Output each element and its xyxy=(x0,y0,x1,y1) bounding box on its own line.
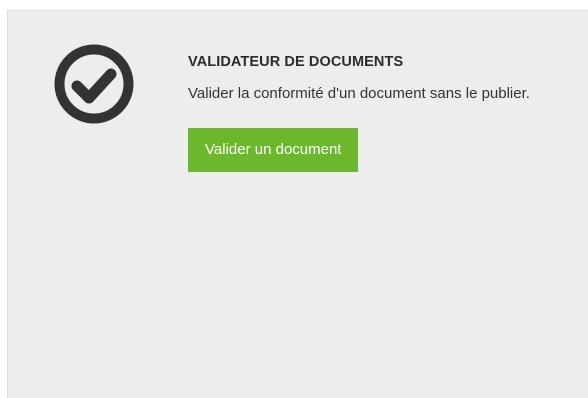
card-title: VALIDATEUR DE DOCUMENTS xyxy=(188,54,404,70)
check-circle-icon xyxy=(53,43,135,125)
validate-document-button[interactable]: Valider un document xyxy=(188,128,359,172)
card-description: Valider la conformité d'un document sans… xyxy=(188,85,530,102)
card-content: VALIDATEUR DE DOCUMENTS Valider la confo… xyxy=(188,52,568,172)
validator-card: VALIDATEUR DE DOCUMENTS Valider la confo… xyxy=(7,10,588,398)
